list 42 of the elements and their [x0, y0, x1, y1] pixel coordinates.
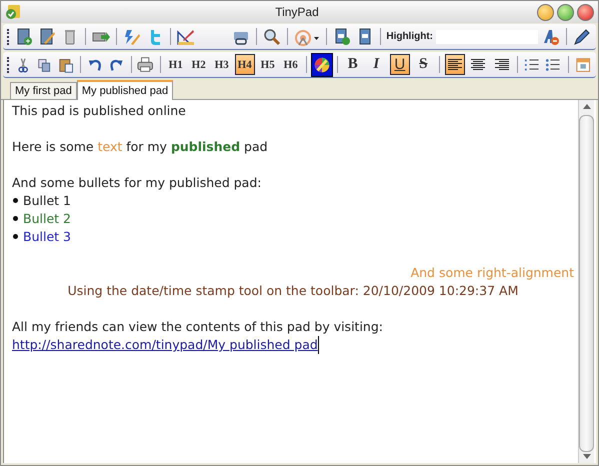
text-line: This pad is published online	[12, 102, 186, 120]
strike-button[interactable]: S	[413, 54, 434, 75]
text-line: Bullet 1	[23, 192, 71, 210]
text-line: Here is some text for my published pad	[12, 138, 268, 156]
bullet-icon	[13, 234, 18, 238]
align-right-icon	[494, 58, 509, 70]
bold-button[interactable]: B	[342, 54, 364, 75]
close-button[interactable]	[577, 4, 594, 20]
link[interactable]: http://sharednote.com/tinypad/My published pad	[12, 336, 319, 354]
italic-button[interactable]: I	[366, 54, 387, 75]
underline-button[interactable]: U	[390, 54, 410, 75]
text-line: All my friends can view the contents of this pad by visiting:	[12, 318, 383, 336]
pen-icon[interactable]	[572, 26, 592, 46]
text-line: And some right-alignment	[410, 264, 574, 282]
search-icon[interactable]	[262, 26, 282, 46]
editor-area[interactable]	[3, 100, 596, 463]
window-title: TinyPad	[274, 5, 320, 19]
text-line: Using the date/time stamp tool on the toolbar: 20/10/2009 10:29:37 AM	[68, 282, 518, 300]
minimize-button[interactable]	[537, 4, 554, 20]
heading-button[interactable]: H4	[234, 54, 255, 75]
text-line: Bullet 2	[23, 210, 71, 228]
print-icon[interactable]	[136, 54, 155, 74]
tab[interactable]: My published pad	[76, 80, 174, 100]
align-center-icon	[471, 58, 486, 70]
text-line: And some bullets for my published pad:	[12, 174, 262, 192]
bullet-icon	[13, 198, 18, 202]
text-line: Bullet 3	[23, 228, 71, 246]
maximize-button[interactable]	[557, 4, 574, 20]
tab[interactable]: My first pad	[10, 82, 77, 99]
bullet-icon	[13, 216, 18, 220]
align-left-icon	[448, 58, 462, 70]
heading-button[interactable]: H2	[188, 54, 209, 75]
scroll-up-arrow-icon[interactable]	[582, 104, 590, 109]
highlight-label: Highlight:	[386, 31, 433, 42]
heading-button[interactable]: H5	[258, 54, 278, 75]
align-left-button[interactable]	[444, 54, 466, 75]
heading-button[interactable]: H3	[212, 54, 232, 75]
color-picker-icon[interactable]	[312, 54, 332, 76]
scroll-down-arrow-icon[interactable]	[582, 454, 590, 459]
heading-button[interactable]: H6	[280, 54, 301, 75]
app-icon	[5, 4, 21, 20]
heading-button[interactable]: H1	[166, 54, 186, 75]
